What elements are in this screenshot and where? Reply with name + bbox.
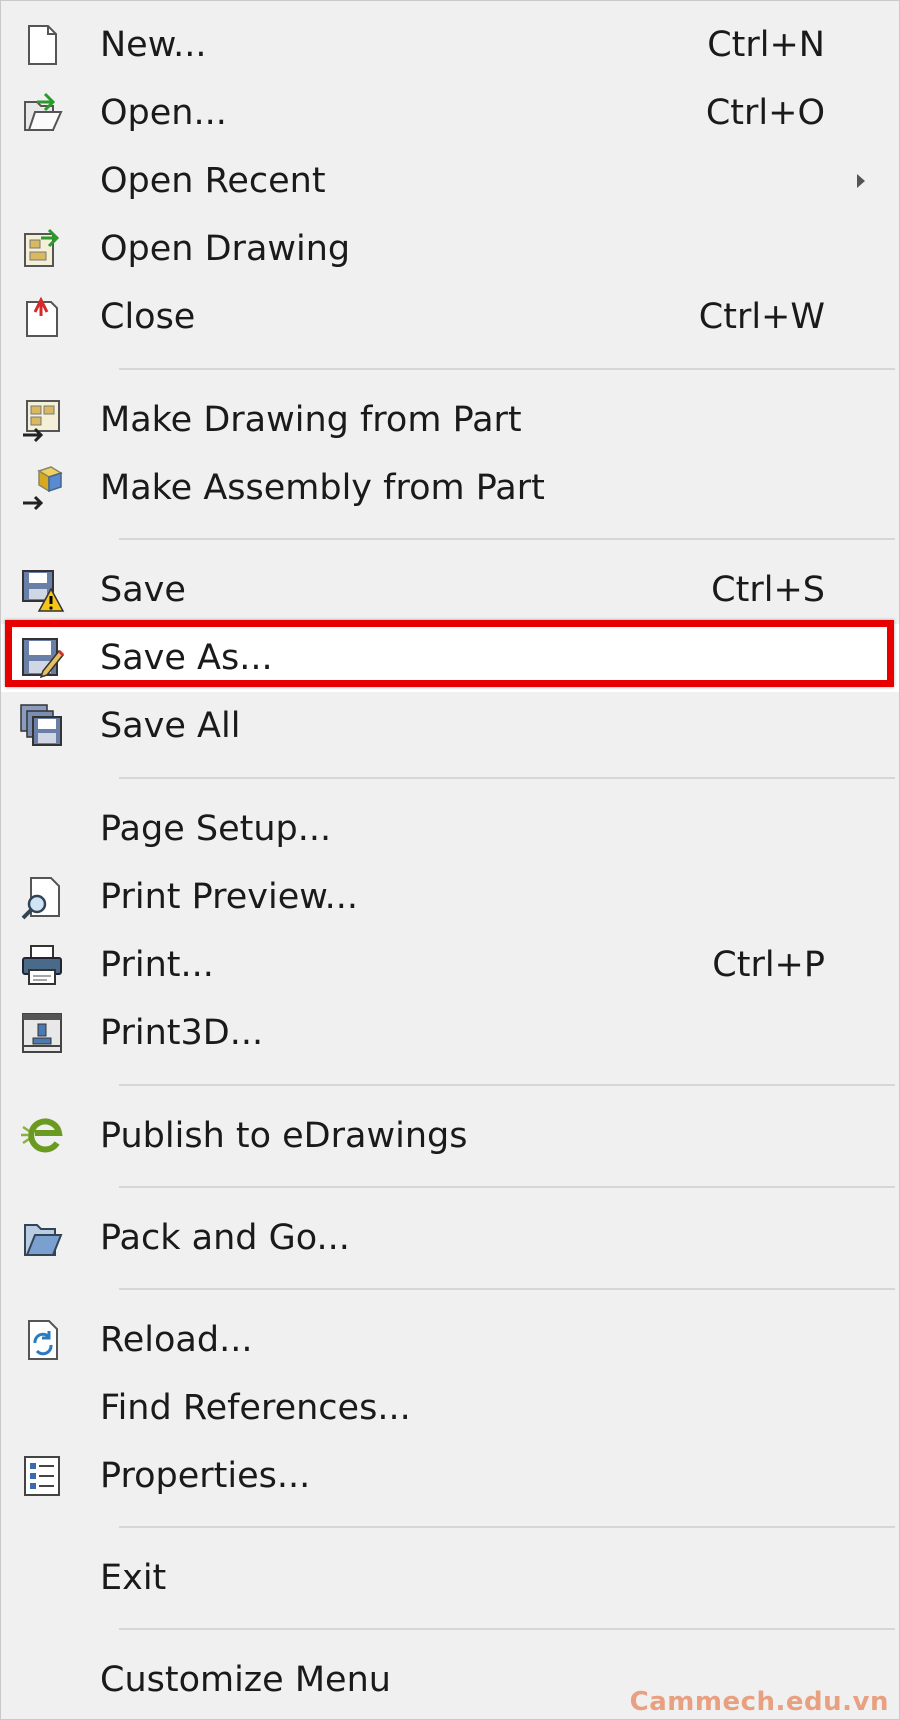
print-preview-icon: [19, 874, 65, 920]
menu-item-label: Save: [100, 570, 186, 610]
menu-separator: [119, 368, 895, 370]
menu-item-shortcut: Ctrl+P: [712, 945, 825, 985]
open-drawing-icon: [19, 226, 65, 272]
watermark: Cammech.edu.vn: [629, 1687, 889, 1717]
menu-item-label: Make Drawing from Part: [100, 400, 522, 440]
reload-icon: [19, 1317, 65, 1363]
menu-item-label: Exit: [100, 1558, 167, 1598]
menu-item-label: Pack and Go...: [100, 1218, 350, 1258]
menu-item-make-drawing-from-part[interactable]: Make Drawing from Part: [1, 386, 899, 454]
menu-item-label: Print3D...: [100, 1013, 264, 1053]
menu-item-shortcut: Ctrl+N: [707, 25, 825, 65]
pack-and-go-icon: [19, 1215, 65, 1261]
menu-separator: [119, 777, 895, 779]
printer-icon: [19, 942, 65, 988]
menu-item-reload[interactable]: Reload...: [1, 1306, 899, 1374]
menu-item-label: Save All: [100, 706, 241, 746]
menu-item-label: Customize Menu: [100, 1660, 391, 1700]
menu-separator: [119, 1526, 895, 1528]
menu-item-label: Open Drawing: [100, 229, 351, 269]
menu-item-label: Properties...: [100, 1456, 311, 1496]
new-document-icon: [19, 22, 65, 68]
menu-separator: [119, 1288, 895, 1290]
edrawings-icon: [19, 1113, 65, 1159]
menu-item-label: Print Preview...: [100, 877, 359, 917]
menu-item-label: New...: [100, 25, 207, 65]
properties-icon: [19, 1453, 65, 1499]
make-assembly-icon: [19, 465, 65, 511]
save-as-icon: [19, 635, 65, 681]
menu-item-find-references[interactable]: Find References...: [1, 1374, 899, 1442]
menu-item-publish-to-edrawings[interactable]: Publish to eDrawings: [1, 1102, 899, 1170]
menu-item-print-preview[interactable]: Print Preview...: [1, 863, 899, 931]
menu-item-label: Open...: [100, 93, 227, 133]
menu-item-open-recent[interactable]: Open Recent: [1, 147, 899, 215]
open-folder-icon: [19, 90, 65, 136]
menu-item-make-assembly-from-part[interactable]: Make Assembly from Part: [1, 454, 899, 522]
make-drawing-icon: [19, 397, 65, 443]
menu-item-label: Print...: [100, 945, 214, 985]
save-all-icon: [19, 703, 65, 749]
menu-item-print3d[interactable]: Print3D...: [1, 999, 899, 1067]
menu-item-label: Open Recent: [100, 161, 326, 201]
menu-item-label: Save As...: [100, 638, 273, 678]
save-warning-icon: [19, 567, 65, 613]
menu-item-label: Make Assembly from Part: [100, 468, 545, 508]
menu-item-shortcut: Ctrl+O: [705, 93, 825, 133]
menu-item-shortcut: Ctrl+W: [698, 297, 825, 337]
menu-item-save[interactable]: Save Ctrl+S: [1, 556, 899, 624]
menu-item-new[interactable]: New... Ctrl+N: [1, 11, 899, 79]
menu-item-save-all[interactable]: Save All: [1, 692, 899, 760]
close-document-icon: [19, 294, 65, 340]
menu-item-open[interactable]: Open... Ctrl+O: [1, 79, 899, 147]
menu-item-label: Reload...: [100, 1320, 253, 1360]
menu-item-label: Find References...: [100, 1388, 411, 1428]
menu-item-page-setup[interactable]: Page Setup...: [1, 795, 899, 863]
menu-separator: [119, 1186, 895, 1188]
print3d-icon: [19, 1010, 65, 1056]
menu-item-pack-and-go[interactable]: Pack and Go...: [1, 1204, 899, 1272]
menu-item-label: Close: [100, 297, 196, 337]
menu-item-label: Publish to eDrawings: [100, 1116, 468, 1156]
menu-separator: [119, 1084, 895, 1086]
submenu-arrow-icon: [857, 174, 865, 188]
menu-item-open-drawing[interactable]: Open Drawing: [1, 215, 899, 283]
menu-item-save-as[interactable]: Save As...: [1, 624, 899, 692]
menu-item-close[interactable]: Close Ctrl+W: [1, 283, 899, 351]
menu-item-properties[interactable]: Properties...: [1, 1442, 899, 1510]
menu-item-print[interactable]: Print... Ctrl+P: [1, 931, 899, 999]
file-menu: New... Ctrl+N Open... Ctrl+O Open Recent…: [0, 0, 900, 1720]
menu-item-exit[interactable]: Exit: [1, 1544, 899, 1612]
menu-item-shortcut: Ctrl+S: [711, 570, 825, 610]
menu-separator: [119, 538, 895, 540]
menu-item-label: Page Setup...: [100, 809, 332, 849]
menu-separator: [119, 1628, 895, 1630]
